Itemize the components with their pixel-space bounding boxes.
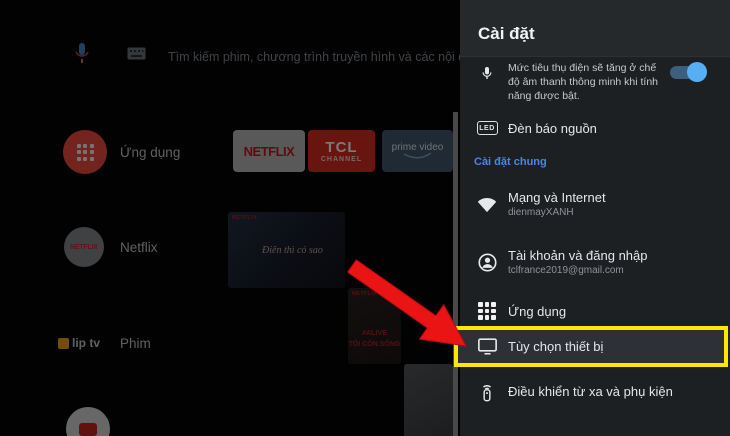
section-general-settings: Cài đặt chung: [460, 154, 730, 170]
panel-item-remote[interactable]: Điều khiển từ xa và phụ kiện: [460, 376, 730, 406]
remote-icon: [474, 380, 500, 403]
netflix-app-tile[interactable]: NETFLIX: [233, 130, 305, 172]
settings-panel: Cài đặt Mức tiêu thụ điện sẽ tăng ở chế …: [460, 0, 730, 436]
poster-title: Điên thì có sao: [262, 246, 323, 256]
smart-sound-toggle[interactable]: [670, 62, 707, 82]
home-scrollbar[interactable]: [453, 112, 458, 436]
netflix-tile-label: NETFLIX: [244, 144, 295, 159]
panel-item-power-led[interactable]: LED Đèn báo nguồn: [460, 114, 730, 142]
tcl-channel-app-tile[interactable]: TCL CHANNEL: [308, 130, 375, 172]
apps-grid-icon: [474, 302, 500, 320]
prime-tile-label: prime video: [392, 142, 444, 153]
panel-item-label: Tài khoản và đăng nhập: [508, 248, 648, 263]
smart-sound-notice-text: Mức tiêu thụ điện sẽ tăng ở chế độ âm th…: [508, 61, 660, 104]
microphone-icon: [474, 62, 500, 84]
youtube-play-badge: [79, 423, 97, 436]
home-screen-background: Tìm kiếm phim, chương trình truyền hình …: [0, 0, 460, 436]
cliptv-logo-text: lip tv: [72, 336, 100, 350]
netflix-logo-icon[interactable]: NETFLIX: [64, 227, 104, 267]
account-icon: [474, 252, 500, 273]
poster-partial[interactable]: [404, 364, 453, 436]
search-input[interactable]: Tìm kiếm phim, chương trình truyền hình …: [168, 50, 460, 64]
row-label-apps: Ứng dụng: [120, 145, 180, 160]
youtube-logo-icon[interactable]: [66, 407, 110, 436]
panel-item-sub: tclfrance2019@gmail.com: [508, 265, 648, 276]
panel-item-device-preferences[interactable]: Tùy chọn thiết bị: [454, 326, 728, 367]
panel-item-label: Đèn báo nguồn: [508, 121, 597, 136]
display-icon: [474, 337, 500, 356]
section-label: Cài đặt chung: [474, 156, 547, 168]
settings-title: Cài đặt: [478, 24, 535, 44]
poster-title-line2: TÔI CÒN SỐNG: [348, 340, 401, 351]
netflix-badge: NETFLIX: [232, 215, 257, 221]
tcl-tile-line1: TCL: [325, 139, 357, 156]
cliptv-logo-square: [58, 338, 69, 349]
netflix-circle-label: NETFLIX: [70, 244, 98, 251]
tcl-tile-line2: CHANNEL: [321, 156, 362, 163]
wifi-icon: [474, 195, 500, 213]
panel-item-label: Điều khiển từ xa và phụ kiện: [508, 384, 673, 399]
panel-item-label: Mạng và Internet: [508, 190, 606, 205]
panel-item-label: Ứng dụng: [508, 304, 566, 319]
settings-header: Cài đặt: [460, 0, 730, 57]
panel-item-accounts[interactable]: Tài khoản và đăng nhập tclfrance2019@gma…: [460, 243, 730, 281]
row-label-netflix: Netflix: [120, 240, 158, 255]
netflix-badge: NETFLIX: [352, 291, 377, 297]
prime-smile-icon: [403, 153, 433, 160]
voice-search-mic-icon[interactable]: [74, 42, 90, 71]
panel-item-label: Tùy chọn thiết bị: [508, 339, 603, 354]
tv-screenshot: Tìm kiếm phim, chương trình truyền hình …: [0, 0, 730, 436]
poster-alive[interactable]: NETFLIX #ALIVE TÔI CÒN SỐNG: [348, 288, 401, 364]
panel-item-apps[interactable]: Ứng dụng: [460, 297, 730, 325]
poster-dien-thi-co-sao[interactable]: NETFLIX Điên thì có sao: [228, 212, 345, 288]
row-label-phim: Phim: [120, 336, 151, 351]
led-badge-icon: LED: [474, 121, 500, 135]
toggle-knob: [687, 62, 707, 82]
apps-grid-icon[interactable]: [63, 130, 107, 174]
poster-title-line1: #ALIVE: [348, 329, 401, 340]
prime-video-app-tile[interactable]: prime video: [382, 130, 453, 172]
cliptv-logo-icon[interactable]: lip tv: [58, 336, 100, 350]
panel-item-network[interactable]: Mạng và Internet dienmayXANH: [460, 185, 730, 223]
panel-item-sub: dienmayXANH: [508, 207, 606, 218]
smart-sound-notice-row[interactable]: Mức tiêu thụ điện sẽ tăng ở chế độ âm th…: [460, 58, 730, 110]
keyboard-icon[interactable]: [127, 47, 146, 65]
